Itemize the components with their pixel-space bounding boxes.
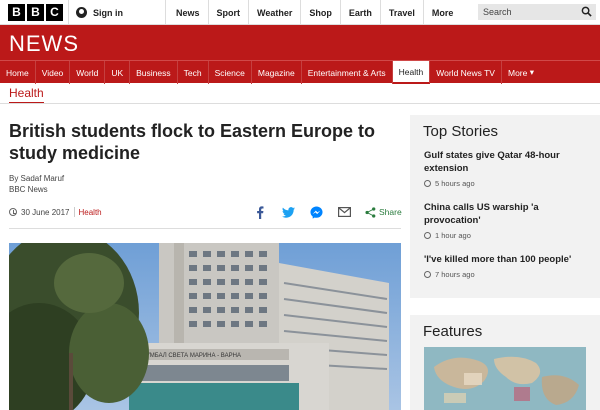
story-title[interactable]: China calls US warship 'a provocation' xyxy=(424,201,592,227)
story-time-label: 5 hours ago xyxy=(435,179,475,188)
section-world-news-tv[interactable]: World News TV xyxy=(430,61,502,84)
messenger-icon[interactable] xyxy=(309,205,323,219)
section-world[interactable]: World xyxy=(70,61,106,84)
article-headline: British students flock to Eastern Europe… xyxy=(9,121,376,163)
section-science[interactable]: Science xyxy=(209,61,252,84)
nav-more-label: More xyxy=(431,7,454,18)
section-nav: Home Video World UK Business Tech Scienc… xyxy=(0,60,600,84)
top-nav: News Sport Weather Shop Earth Travel Mor… xyxy=(168,0,504,25)
nav-sport[interactable]: Sport xyxy=(209,0,250,25)
top-stories-panel: Top Stories Gulf states give Qatar 48-ho… xyxy=(410,115,600,298)
story-title[interactable]: 'I've killed more than 100 people' xyxy=(424,253,592,266)
section-business[interactable]: Business xyxy=(130,61,178,84)
article-hero-image: УМБАЛ СВЕТА МАРИНА - ВАРНА xyxy=(9,243,401,410)
share-icon xyxy=(365,206,376,218)
facebook-icon[interactable] xyxy=(253,205,267,219)
nav-travel[interactable]: Travel xyxy=(381,0,424,25)
top-stories-heading: Top Stories xyxy=(423,123,499,140)
clock-icon xyxy=(424,232,431,239)
top-story-item[interactable]: China calls US warship 'a provocation' 1… xyxy=(424,201,592,240)
section-more-label: More xyxy=(507,67,528,78)
search-placeholder: Search xyxy=(483,7,512,17)
source-name: BBC News xyxy=(9,185,48,194)
nav-earth[interactable]: Earth xyxy=(341,0,381,25)
sign-in-link[interactable]: Sign in xyxy=(68,0,166,25)
section-video[interactable]: Video xyxy=(36,61,71,84)
clock-icon xyxy=(424,180,431,187)
divider xyxy=(0,103,600,104)
hospital-building-photo: УМБАЛ СВЕТА МАРИНА - ВАРНА xyxy=(9,243,401,410)
nav-shop[interactable]: Shop xyxy=(301,0,341,25)
twitter-icon[interactable] xyxy=(281,205,295,219)
chevron-down-icon: ▾ xyxy=(529,67,535,77)
article-tag[interactable]: Health xyxy=(79,208,102,217)
story-time-label: 1 hour ago xyxy=(435,231,471,240)
logo-letter: B xyxy=(27,4,44,21)
author-name: By Sadaf Maruf xyxy=(9,174,65,183)
section-more-dropdown[interactable]: More ▾ xyxy=(502,61,540,84)
search-icon[interactable] xyxy=(581,6,592,17)
section-tech[interactable]: Tech xyxy=(178,61,209,84)
story-time: 7 hours ago xyxy=(424,270,592,279)
section-magazine[interactable]: Magazine xyxy=(252,61,302,84)
story-time: 1 hour ago xyxy=(424,231,592,240)
logo-letter: B xyxy=(8,4,25,21)
news-wordmark[interactable]: NEWS xyxy=(9,31,79,57)
masthead: NEWS Home Video World UK Business Tech S… xyxy=(0,25,600,84)
features-heading: Features xyxy=(423,323,483,340)
divider xyxy=(73,207,75,217)
section-uk[interactable]: UK xyxy=(105,61,131,84)
top-story-item[interactable]: Gulf states give Qatar 48-hour extension… xyxy=(424,149,592,188)
section-health[interactable]: Health xyxy=(392,61,431,84)
clock-icon xyxy=(9,208,17,216)
feature-image[interactable] xyxy=(424,347,586,410)
email-icon[interactable] xyxy=(337,205,351,219)
article-date: 30 June 2017 xyxy=(21,207,70,217)
share-label: Share xyxy=(379,207,402,217)
logo-letter: C xyxy=(46,4,63,21)
top-story-item[interactable]: 'I've killed more than 100 people' 7 hou… xyxy=(424,253,592,279)
clock-icon xyxy=(424,271,431,278)
nav-weather[interactable]: Weather xyxy=(249,0,302,25)
section-entertainment-arts[interactable]: Entertainment & Arts xyxy=(302,61,393,84)
section-breadcrumb[interactable]: Health xyxy=(9,86,44,104)
sign-in-label: Sign in xyxy=(93,7,123,18)
user-icon xyxy=(76,7,87,18)
world-map-photo xyxy=(424,347,586,410)
story-time: 5 hours ago xyxy=(424,179,592,188)
search-input[interactable]: Search xyxy=(478,4,596,20)
story-time-label: 7 hours ago xyxy=(435,270,475,279)
building-sign: УМБАЛ СВЕТА МАРИНА - ВАРНА xyxy=(146,353,241,359)
article-meta-row: 30 June 2017 Health Share xyxy=(9,203,402,221)
nav-news[interactable]: News xyxy=(168,0,209,25)
share-tools: Share xyxy=(253,203,402,221)
byline: By Sadaf Maruf BBC News xyxy=(9,173,64,195)
top-bar: B B C Sign in News Sport Weather Shop Ea… xyxy=(0,0,600,25)
story-title[interactable]: Gulf states give Qatar 48-hour extension xyxy=(424,149,592,175)
bbc-logo[interactable]: B B C xyxy=(8,4,63,21)
features-panel: Features xyxy=(410,315,600,410)
section-home[interactable]: Home xyxy=(0,61,36,84)
share-button[interactable]: Share xyxy=(365,205,402,219)
divider xyxy=(9,228,401,229)
